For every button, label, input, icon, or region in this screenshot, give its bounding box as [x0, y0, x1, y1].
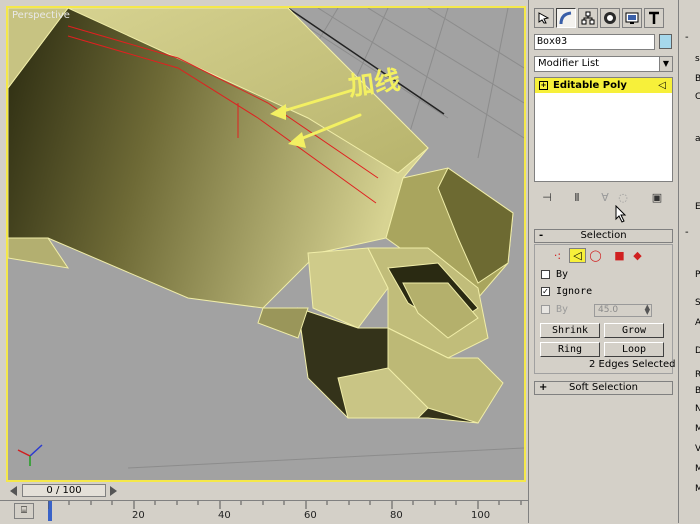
collapse-icon[interactable]: -: [685, 227, 689, 238]
panel-fragment: M: [695, 484, 700, 494]
modifier-list-dropdown[interactable]: Modifier List ▼: [534, 56, 673, 72]
ruler-label: 20: [132, 510, 145, 521]
soft-selection-rollout-header[interactable]: + Soft Selection: [534, 381, 673, 395]
viewport-label[interactable]: Perspective: [12, 10, 70, 21]
panel-fragment: D: [695, 346, 700, 356]
time-slider-thumb[interactable]: 0 / 100: [22, 484, 106, 497]
next-frame-icon[interactable]: [110, 486, 117, 496]
object-color-swatch[interactable]: [659, 34, 672, 49]
stack-item-label: Editable Poly: [553, 80, 627, 91]
track-bar-toggle-icon[interactable]: ⌸: [14, 503, 34, 519]
panel-fragment: R: [695, 370, 700, 380]
prev-frame-icon[interactable]: [10, 486, 17, 496]
panel-fragment: E: [695, 202, 700, 212]
secondary-panel: - ss B C a E - P S A D R B N M V M M: [678, 0, 700, 523]
pin-stack-icon[interactable]: ⊣: [537, 190, 557, 206]
border-mode-icon[interactable]: ◯: [587, 248, 604, 263]
expand-icon[interactable]: +: [539, 81, 548, 90]
modifier-list-label: Modifier List: [538, 58, 600, 69]
motion-tab-icon[interactable]: [600, 8, 620, 28]
angle-value: 45.0: [598, 305, 619, 315]
angle-spinner[interactable]: 45.0 ▲ ▼: [594, 304, 652, 317]
selection-rollout-header[interactable]: - Selection: [534, 229, 673, 243]
modify-tab-icon[interactable]: [556, 8, 576, 28]
ring-button[interactable]: Ring: [540, 342, 600, 357]
collapse-icon[interactable]: -: [685, 32, 697, 44]
grow-button[interactable]: Grow: [604, 323, 664, 338]
panel-fragment: S: [695, 298, 700, 308]
selection-status: 2 Edges Selected: [589, 359, 676, 370]
ruler-ticks: [48, 501, 522, 509]
ignore-backfacing-checkbox[interactable]: ✓: [541, 287, 550, 296]
by-vertex-checkbox[interactable]: [541, 270, 550, 279]
panel-fragment: P: [695, 270, 700, 280]
panel-fragment: N: [695, 404, 700, 414]
object-name-input[interactable]: Box03: [534, 34, 655, 50]
perspective-viewport[interactable]: 加线 Perspective: [6, 6, 526, 482]
ignore-backfacing-label: Ignore: [556, 286, 593, 297]
ruler-label: 80: [390, 510, 403, 521]
panel-fragment: M: [695, 464, 700, 474]
vertex-mode-icon[interactable]: ·:: [549, 248, 566, 263]
ruler-label: 40: [218, 510, 231, 521]
by-angle-label: By: [556, 304, 569, 315]
edge-mode-icon[interactable]: ◁: [569, 248, 586, 263]
edge-level-icon: ◁: [658, 80, 666, 91]
soft-selection-title: Soft Selection: [569, 382, 638, 393]
panel-fragment: V: [695, 444, 700, 454]
show-end-result-icon[interactable]: Ⅱ: [567, 190, 587, 206]
hierarchy-tab-icon[interactable]: [578, 8, 598, 28]
panel-fragment: a: [695, 134, 700, 144]
modifier-stack[interactable]: + Editable Poly ◁: [534, 77, 673, 182]
ruler-label: 60: [304, 510, 317, 521]
configure-modifier-sets-icon[interactable]: ▣: [647, 190, 667, 206]
spinner-arrows-icon[interactable]: ▲ ▼: [645, 304, 650, 316]
element-mode-icon[interactable]: ◆: [629, 248, 646, 263]
panel-fragment: ss: [695, 54, 700, 64]
by-angle-checkbox[interactable]: [541, 305, 550, 314]
panel-fragment: M: [695, 424, 700, 434]
display-tab-icon[interactable]: [622, 8, 642, 28]
shrink-button[interactable]: Shrink: [540, 323, 600, 338]
ruler-label: 100: [471, 510, 491, 521]
panel-fragment: A: [695, 318, 700, 328]
loop-button[interactable]: Loop: [604, 342, 664, 357]
panel-fragment: B: [695, 386, 700, 396]
stack-item-editable-poly[interactable]: + Editable Poly ◁: [535, 78, 672, 93]
command-panel: Box03 Modifier List ▼ + Editable Poly ◁ …: [528, 0, 679, 523]
utilities-tab-icon[interactable]: [644, 8, 664, 28]
annotation-arrows: [270, 88, 362, 148]
mouse-cursor-icon: [615, 205, 627, 223]
panel-fragment: B: [695, 74, 700, 84]
track-ruler[interactable]: ⌸ 20 40 60 80 100: [0, 500, 528, 524]
make-unique-icon[interactable]: ∀: [595, 190, 615, 206]
panel-fragment: C: [695, 92, 700, 102]
handwritten-annotation: 加线: [346, 65, 403, 103]
time-slider[interactable]: 0 / 100: [0, 483, 528, 500]
polygon-mode-icon[interactable]: ■: [611, 248, 628, 263]
remove-modifier-icon[interactable]: ◌: [613, 190, 633, 206]
chevron-down-icon[interactable]: ▼: [659, 57, 672, 71]
create-tab-icon[interactable]: [534, 8, 554, 28]
by-vertex-label: By: [556, 269, 569, 280]
selection-rollout-title: Selection: [580, 230, 627, 241]
